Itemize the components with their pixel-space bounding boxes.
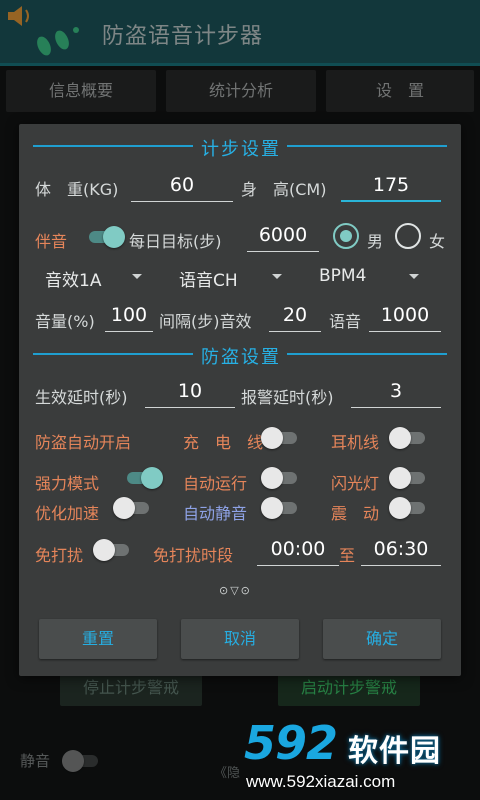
reset-button[interactable]: 重置	[39, 619, 157, 659]
earphone-toggle[interactable]	[389, 426, 427, 450]
alarm-delay-label: 报警延时(秒)	[241, 388, 334, 407]
voice-interval-input[interactable]: 1000	[369, 300, 441, 332]
optimize-label: 优化加速	[35, 504, 100, 523]
settings-dialog: 计步设置 体 重(KG) 60 身 高(CM) 175 伴音 每日目标(步) 6…	[19, 124, 461, 676]
volume-input[interactable]: 100	[105, 300, 153, 332]
toggle-knob	[141, 467, 163, 489]
toggle-knob	[113, 497, 135, 519]
chevron-down-icon	[132, 274, 142, 279]
watermark-name: 软件园	[348, 734, 441, 769]
toggle-knob	[261, 467, 283, 489]
companion-label: 伴音	[35, 232, 68, 251]
daily-goal-label: 每日目标(步)	[129, 232, 222, 251]
effect-delay-label: 生效延时(秒)	[35, 388, 128, 407]
companion-toggle[interactable]	[87, 225, 125, 249]
height-label: 身 高(CM)	[241, 180, 327, 199]
vibrate-toggle[interactable]	[389, 496, 427, 520]
section-divider	[287, 353, 447, 355]
flash-toggle[interactable]	[389, 466, 427, 490]
section-divider	[287, 145, 447, 147]
voice-interval-label: 语音	[329, 312, 362, 331]
weight-input[interactable]: 60	[131, 170, 233, 202]
dnd-to-label: 至	[339, 546, 356, 565]
alarm-delay-input[interactable]: 3	[351, 376, 441, 408]
toggle-knob	[261, 497, 283, 519]
bpm-select[interactable]: BPM4	[319, 266, 366, 286]
watermark-logo: 592	[244, 716, 338, 770]
gender-male-radio[interactable]	[333, 223, 359, 249]
interval-input[interactable]: 20	[269, 300, 321, 332]
effect-delay-input[interactable]: 10	[145, 376, 235, 408]
confirm-button[interactable]: 确定	[323, 619, 441, 659]
auto-run-label: 自动运行	[183, 474, 248, 493]
toggle-knob	[93, 539, 115, 561]
section-divider	[33, 353, 193, 355]
dnd-start-input[interactable]: 00:00	[257, 534, 339, 566]
chevron-down-icon	[272, 274, 282, 279]
dnd-label: 免打扰	[35, 546, 84, 565]
toggle-knob	[103, 226, 125, 248]
toggle-knob	[261, 427, 283, 449]
earphone-label: 耳机线	[331, 433, 380, 452]
step-section-title: 计步设置	[201, 139, 281, 160]
dnd-end-input[interactable]: 06:30	[361, 534, 441, 566]
auto-run-toggle[interactable]	[261, 466, 299, 490]
strong-mode-label: 强力模式	[35, 474, 100, 493]
watermark: 592 软件园 www.592xiazai.com	[236, 712, 476, 798]
toggle-knob	[389, 467, 411, 489]
auto-theft-label: 防盗自动开启	[35, 433, 132, 452]
cancel-button[interactable]: 取消	[181, 619, 299, 659]
auto-mute-toggle[interactable]	[261, 496, 299, 520]
flash-label: 闪光灯	[331, 474, 380, 493]
interval-label: 间隔(步)音效	[159, 312, 252, 331]
vibrate-label: 震 动	[331, 504, 380, 523]
auto-mute-label: 自动静音	[183, 504, 248, 523]
height-input[interactable]: 175	[341, 170, 441, 202]
strong-mode-toggle[interactable]	[125, 466, 163, 490]
daily-goal-input[interactable]: 6000	[247, 220, 319, 252]
gender-female-radio[interactable]	[395, 223, 421, 249]
page-indicator: ⊙▽⊙	[219, 584, 252, 597]
charger-label: 充 电 线	[183, 433, 264, 452]
charger-toggle[interactable]	[261, 426, 299, 450]
weight-label: 体 重(KG)	[35, 180, 119, 199]
sound-effect-select[interactable]: 音效1A	[45, 266, 101, 291]
optimize-toggle[interactable]	[113, 496, 151, 520]
chevron-down-icon	[409, 274, 419, 279]
voice-select[interactable]: 语音CH	[179, 266, 238, 291]
gender-male-label: 男	[367, 232, 384, 251]
toggle-knob	[389, 497, 411, 519]
volume-label: 音量(%)	[35, 312, 95, 331]
watermark-url: www.592xiazai.com	[246, 772, 396, 791]
toggle-knob	[389, 427, 411, 449]
gender-female-label: 女	[429, 232, 446, 251]
dnd-period-label: 免打扰时段	[153, 546, 234, 565]
theft-section-title: 防盗设置	[201, 347, 281, 368]
dnd-toggle[interactable]	[93, 538, 131, 562]
section-divider	[33, 145, 193, 147]
